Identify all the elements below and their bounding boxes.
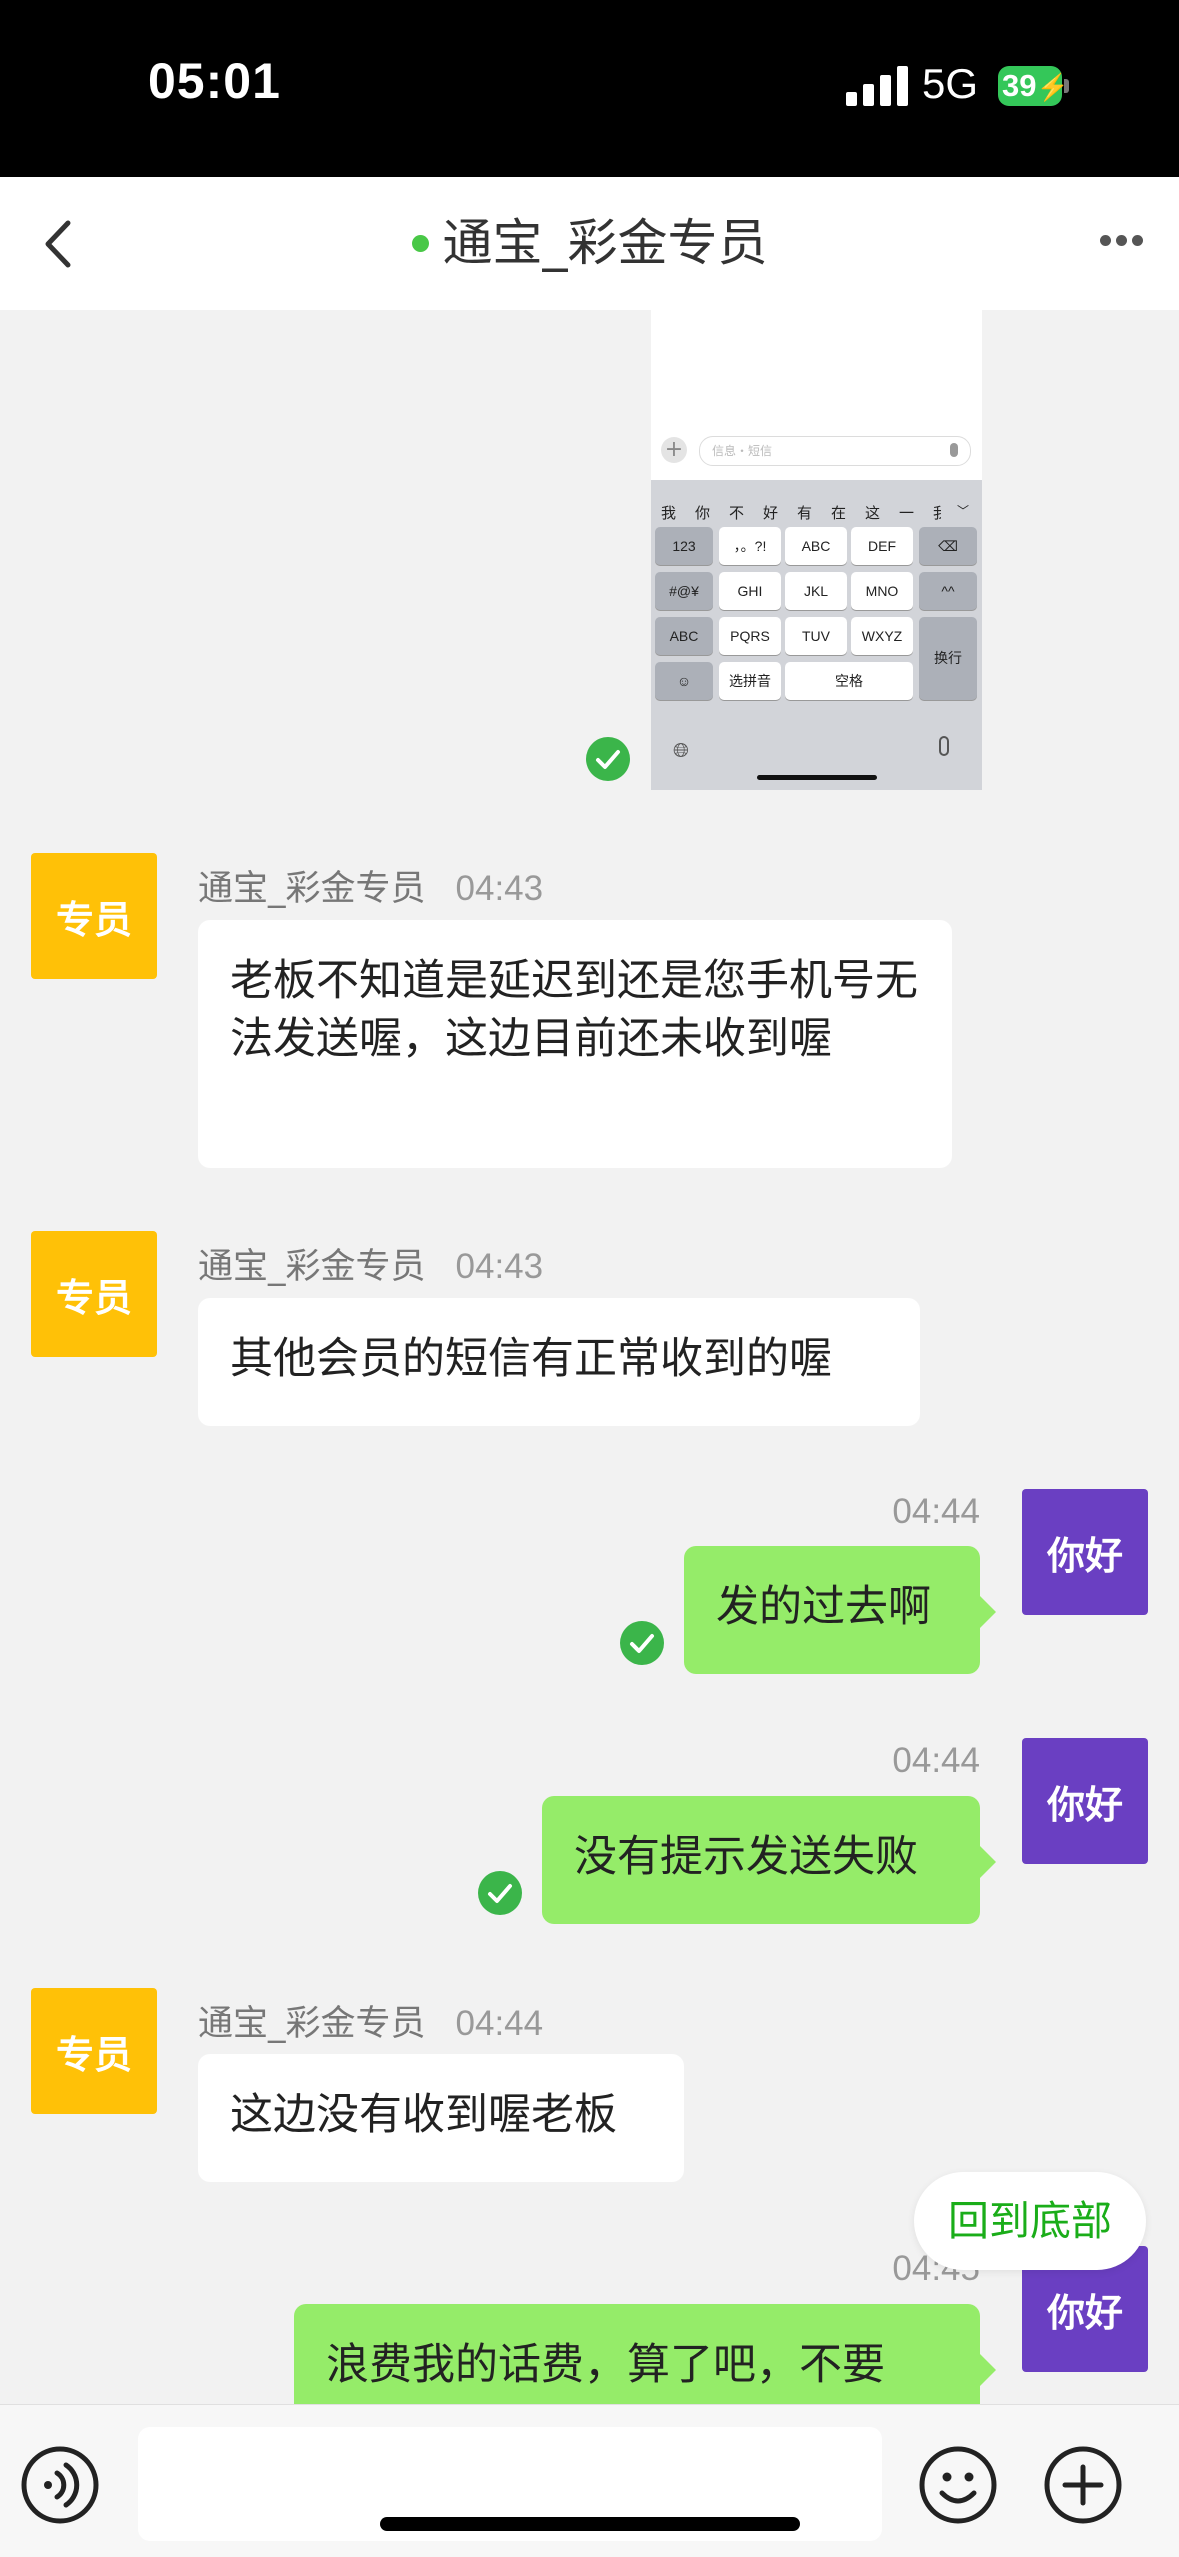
avatar[interactable]: 你好 — [1022, 1738, 1148, 1864]
delete-key-icon: ⌫ — [919, 527, 977, 565]
message-bubble[interactable]: 没有提示发送失败 — [542, 1796, 996, 1924]
message-text: 没有提示发送失败 — [574, 1832, 918, 1882]
message-sender: 通宝_彩金专员 04:43 — [198, 869, 544, 909]
mic-icon — [950, 443, 958, 457]
status-bar: 05:01 5G 39⚡ — [0, 0, 1179, 177]
message-time: 04:44 — [455, 2004, 544, 2043]
message-text: 发的过去啊 — [716, 1582, 931, 1632]
emoji-icon[interactable] — [918, 2445, 998, 2525]
message-text: 老板不知道是延迟到还是您手机号无法发送喔，这边目前还未收到喔 — [230, 956, 918, 1064]
message-time: 04:43 — [455, 869, 544, 908]
message-text: 浪费我的话费，算了吧，不要 — [326, 2340, 885, 2390]
avatar[interactable]: 你好 — [1022, 1489, 1148, 1615]
read-check-icon — [478, 1871, 522, 1915]
chat-title: 通宝_彩金专员 — [442, 214, 768, 272]
message-time: 04:44 — [892, 1741, 980, 1780]
avatar[interactable]: 专员 — [31, 1231, 157, 1357]
keyboard-preview: 我 你 不 好 有 在 这 一 我 ﹀ 123 ，。?! ABC DEF ⌫ #… — [651, 480, 982, 790]
sms-input-preview: 信息・短信 — [699, 436, 971, 466]
message-bubble[interactable]: 这边没有收到喔老板 — [198, 2054, 684, 2182]
more-options-icon[interactable] — [1100, 235, 1144, 253]
message-bubble[interactable]: 其他会员的短信有正常收到的喔 — [198, 1298, 920, 1426]
network-type: 5G — [922, 60, 979, 107]
message-sender: 通宝_彩金专员 04:44 — [198, 2004, 544, 2044]
message-bubble[interactable]: 发的过去啊 — [684, 1546, 996, 1674]
chevron-down-icon: ﹀ — [957, 504, 970, 518]
plus-icon[interactable] — [1043, 2445, 1123, 2525]
emoji-key-icon: ☺ — [655, 662, 713, 700]
avatar[interactable]: 专员 — [31, 853, 157, 979]
dictation-icon — [939, 736, 949, 756]
image-message[interactable]: + 信息・短信 我 你 不 好 有 在 这 一 我 ﹀ 123 ，。?! ABC… — [651, 310, 982, 790]
message-time: 04:44 — [892, 1492, 980, 1531]
signal-icon — [846, 66, 908, 106]
message-text: 这边没有收到喔老板 — [230, 2090, 617, 2140]
input-bar — [0, 2404, 1179, 2557]
plus-icon: + — [661, 437, 687, 463]
avatar[interactable]: 专员 — [31, 1988, 157, 2114]
back-to-bottom-button[interactable]: 回到底部 — [914, 2172, 1146, 2270]
message-text: 其他会员的短信有正常收到的喔 — [230, 1334, 832, 1384]
home-indicator — [380, 2517, 800, 2531]
message-list[interactable]: + 信息・短信 我 你 不 好 有 在 这 一 我 ﹀ 123 ，。?! ABC… — [0, 310, 1179, 2404]
chat-header: 通宝_彩金专员 — [0, 177, 1179, 310]
online-status-dot — [411, 235, 429, 252]
read-check-icon — [586, 737, 630, 781]
globe-icon: 🌐︎ — [673, 738, 689, 762]
status-time: 05:01 — [148, 53, 281, 109]
battery-level: 39 — [1002, 68, 1037, 103]
message-time: 04:43 — [455, 1247, 544, 1286]
read-check-icon — [620, 1621, 664, 1665]
voice-icon[interactable] — [20, 2445, 100, 2525]
message-bubble[interactable]: 老板不知道是延迟到还是您手机号无法发送喔，这边目前还未收到喔 — [198, 920, 952, 1168]
candidate-bar: 我 你 不 好 有 在 这 一 我 ﹀ — [661, 504, 970, 522]
message-bubble[interactable]: 浪费我的话费，算了吧，不要 — [294, 2304, 996, 2404]
battery-icon: 39⚡ — [998, 66, 1072, 106]
message-sender: 通宝_彩金专员 04:43 — [198, 1247, 544, 1287]
